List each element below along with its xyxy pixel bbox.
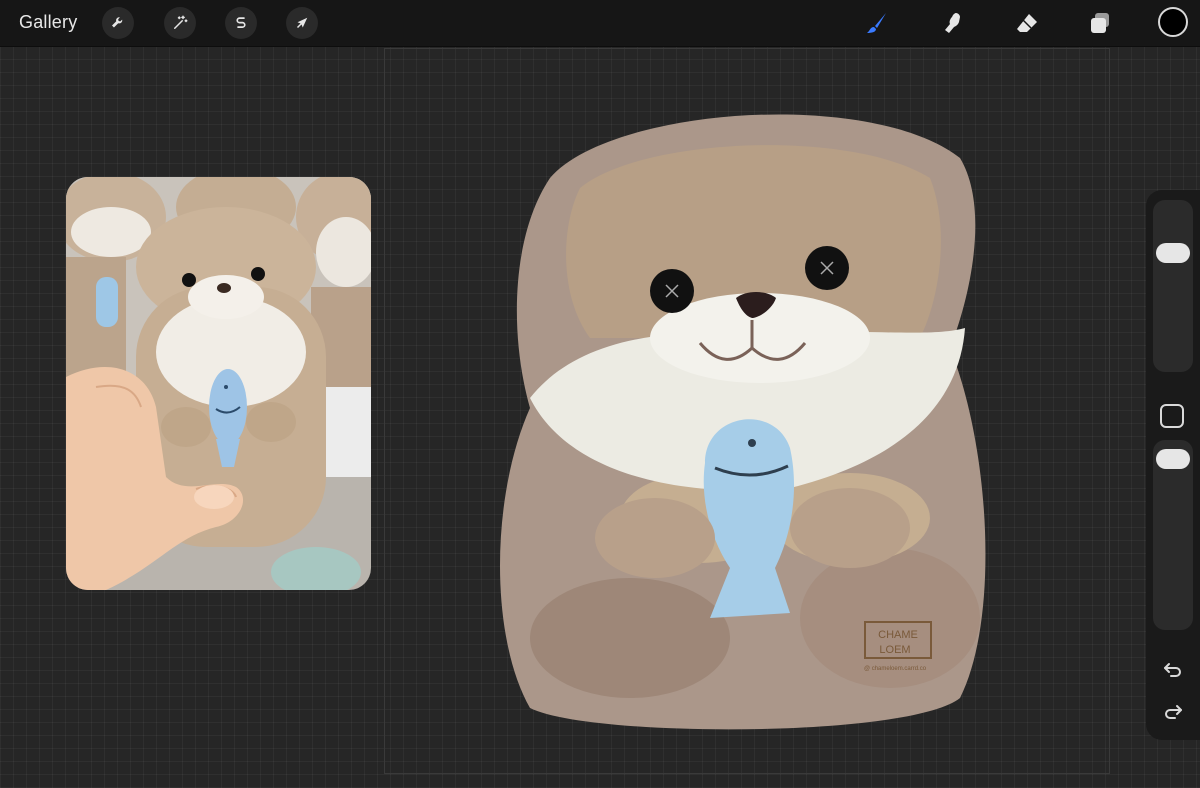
brush-tool-button[interactable] [860, 6, 894, 40]
actions-button[interactable] [102, 7, 134, 39]
watermark-line2: LOEM [879, 644, 910, 656]
brush-icon [867, 13, 886, 33]
transform-button[interactable] [286, 7, 318, 39]
selection-button[interactable] [225, 7, 257, 39]
opacity-thumb[interactable] [1156, 448, 1190, 469]
opacity-slider[interactable] [1153, 440, 1193, 630]
smudge-finger-icon [945, 13, 960, 33]
brush-size-slider[interactable] [1153, 200, 1193, 372]
watermark-line1: CHAME [878, 629, 918, 641]
layers-button[interactable] [1083, 6, 1117, 40]
artwork-otter-drawing[interactable]: CHAME LOEM @ chameloem.carrd.co [490, 98, 1010, 738]
color-picker-button[interactable] [1158, 7, 1188, 37]
eraser-icon [1017, 14, 1037, 32]
brush-size-thumb[interactable] [1156, 242, 1190, 263]
selection-s-icon [236, 17, 246, 28]
smudge-tool-button[interactable] [935, 6, 969, 40]
redo-button[interactable] [1160, 698, 1186, 724]
brush-sidebar [1146, 190, 1200, 740]
watermark-url: @ chameloem.carrd.co [864, 666, 927, 672]
adjustments-button[interactable] [164, 7, 196, 39]
arrow-cursor-icon [296, 17, 308, 29]
modify-button[interactable] [1160, 404, 1184, 428]
redo-icon [1165, 705, 1182, 719]
magic-wand-icon [174, 15, 188, 29]
eraser-tool-button[interactable] [1010, 6, 1044, 40]
gallery-button[interactable]: Gallery [19, 12, 77, 33]
undo-button[interactable] [1160, 656, 1186, 682]
undo-icon [1164, 663, 1181, 677]
layers-icon [1091, 13, 1109, 33]
top-toolbar: Gallery [0, 0, 1200, 47]
wrench-icon [112, 17, 123, 28]
reference-photo[interactable] [66, 177, 371, 590]
